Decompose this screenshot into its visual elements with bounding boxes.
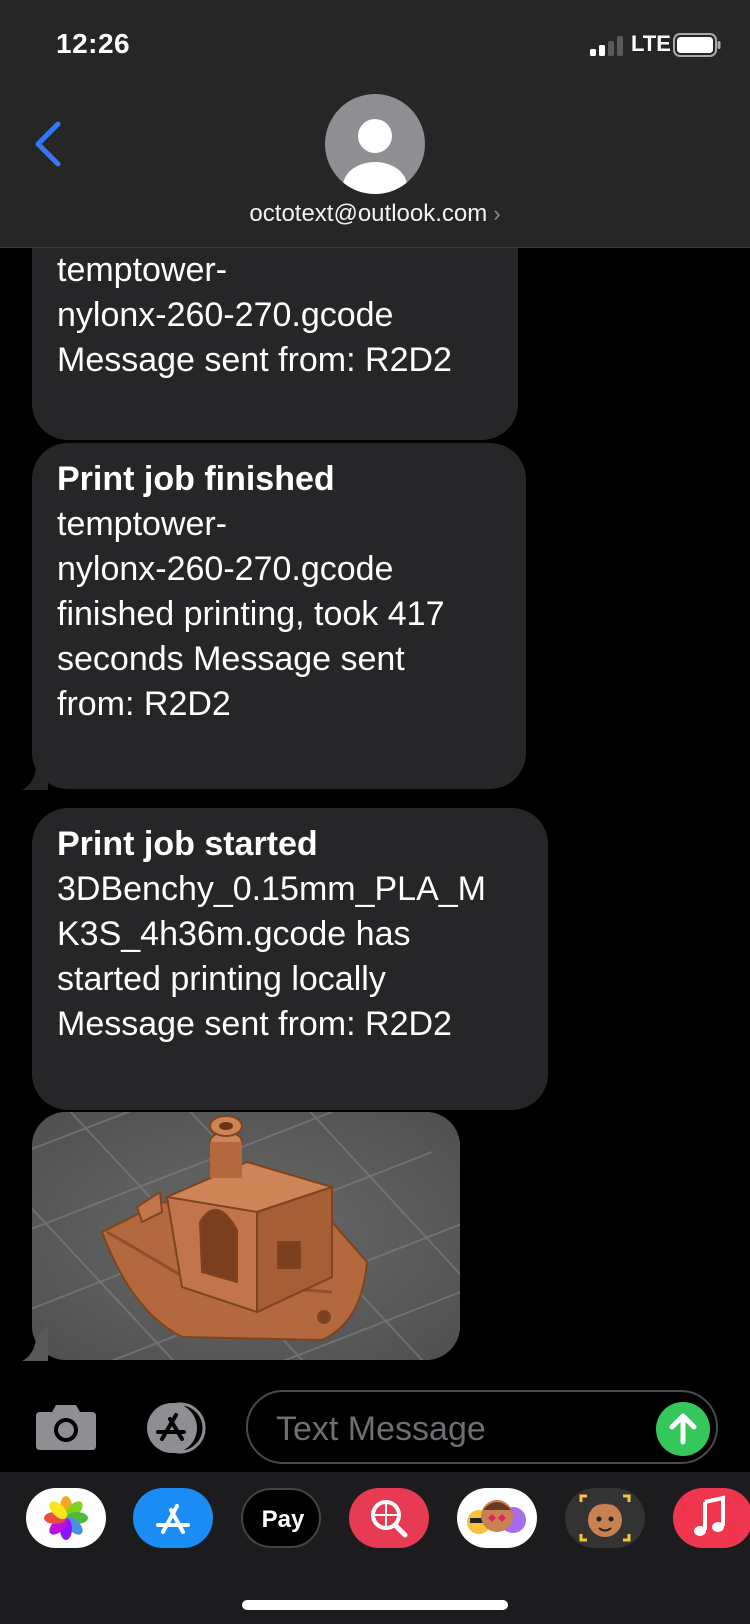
camera-icon[interactable] [34,1402,98,1452]
message-body: 3DBenchy_0.15mm_PLA_M K3S_4h36m.gcode ha… [57,870,487,1043]
apple-pay-label: Pay [261,1506,305,1533]
app-store-drawer-icon[interactable] [140,1401,212,1455]
person-silhouette-icon [343,119,407,194]
message-title: Print job finished [57,460,335,498]
message-body: temptower- nylonx-260-270.gcode Message … [57,251,452,379]
battery-icon [673,33,721,57]
contact-name: octotext@outlook.com [249,200,488,227]
music-icon[interactable] [673,1488,750,1548]
status-time: 12:26 [56,28,131,59]
app-store-icon[interactable] [133,1488,213,1548]
message-body: temptower- nylonx-260-270.gcode finished… [57,505,445,723]
memoji-stickers-icon[interactable] [457,1488,537,1548]
photos-app-icon[interactable] [26,1488,106,1548]
conversation-header: 12:26 LTE octotext@outlook.com › [0,0,750,248]
messages-screen: temptower- nylonx-260-270.gcode Message … [0,0,750,1624]
message-title: Print job started [57,825,318,863]
arrow-up-icon [669,1413,697,1445]
home-indicator[interactable] [242,1600,508,1610]
message-bubble[interactable]: Print job finished temptower- nylonx-260… [32,443,526,789]
bubble-tail [22,1325,48,1361]
chevron-right-icon: › [493,201,501,226]
memoji-icon[interactable] [565,1488,645,1548]
send-button[interactable] [656,1402,710,1456]
bubble-tail [22,754,48,790]
image-message[interactable] [32,1112,460,1360]
contact-name-button[interactable]: octotext@outlook.com › [0,200,750,228]
message-placeholder: Text Message [276,1410,486,1448]
benchy-render-image [32,1112,460,1360]
web-search-icon[interactable] [349,1488,429,1548]
apple-pay-icon[interactable]: Pay [241,1488,321,1548]
contact-avatar[interactable] [325,94,425,194]
back-chevron-icon[interactable] [28,118,68,170]
message-bubble[interactable]: Print job started 3DBenchy_0.15mm_PLA_M … [32,808,548,1110]
cellular-signal-icon [590,36,623,56]
message-input[interactable]: Text Message [246,1390,718,1464]
network-type: LTE [631,31,671,56]
